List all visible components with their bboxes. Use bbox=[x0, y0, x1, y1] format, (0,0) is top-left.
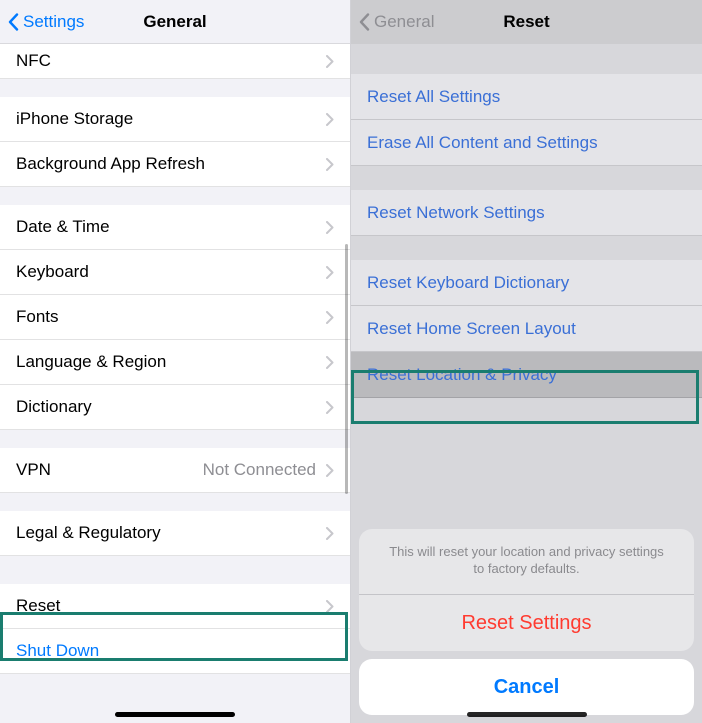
row-value: Not Connected bbox=[203, 460, 316, 480]
chevron-right-icon bbox=[326, 113, 334, 126]
row-label: Erase All Content and Settings bbox=[367, 133, 686, 153]
row-label: Reset All Settings bbox=[367, 87, 686, 107]
chevron-right-icon bbox=[326, 527, 334, 540]
row-vpn[interactable]: VPN Not Connected bbox=[0, 448, 350, 493]
row-label: Dictionary bbox=[16, 397, 326, 417]
nav-bar-right: General Reset bbox=[351, 0, 702, 44]
general-settings-pane: Settings General NFC iPhone Storage Back… bbox=[0, 0, 351, 723]
row-dictionary[interactable]: Dictionary bbox=[0, 385, 350, 430]
row-label: VPN bbox=[16, 460, 203, 480]
action-sheet-group: This will reset your location and privac… bbox=[359, 529, 694, 651]
row-language-region[interactable]: Language & Region bbox=[0, 340, 350, 385]
reset-settings-button[interactable]: Reset Settings bbox=[359, 595, 694, 651]
scroll-indicator bbox=[345, 244, 348, 494]
row-date-time[interactable]: Date & Time bbox=[0, 205, 350, 250]
row-reset-location-privacy[interactable]: Reset Location & Privacy bbox=[351, 352, 702, 398]
row-nfc[interactable]: NFC bbox=[0, 44, 350, 79]
home-indicator bbox=[115, 712, 235, 717]
nav-bar-left: Settings General bbox=[0, 0, 350, 44]
row-iphone-storage[interactable]: iPhone Storage bbox=[0, 97, 350, 142]
reset-pane: General Reset Reset All Settings Erase A… bbox=[351, 0, 702, 723]
chevron-right-icon bbox=[326, 401, 334, 414]
action-sheet: This will reset your location and privac… bbox=[359, 529, 694, 715]
row-label: Date & Time bbox=[16, 217, 326, 237]
chevron-right-icon bbox=[326, 600, 334, 613]
chevron-right-icon bbox=[326, 464, 334, 477]
row-label: Fonts bbox=[16, 307, 326, 327]
chevron-right-icon bbox=[326, 266, 334, 279]
row-label: NFC bbox=[16, 51, 326, 71]
row-reset-network-settings[interactable]: Reset Network Settings bbox=[351, 190, 702, 236]
row-label: Reset Home Screen Layout bbox=[367, 319, 686, 339]
row-keyboard[interactable]: Keyboard bbox=[0, 250, 350, 295]
row-label: Keyboard bbox=[16, 262, 326, 282]
row-label: Shut Down bbox=[16, 641, 334, 661]
row-reset-keyboard-dictionary[interactable]: Reset Keyboard Dictionary bbox=[351, 260, 702, 306]
chevron-left-icon bbox=[8, 13, 19, 31]
row-reset[interactable]: Reset bbox=[0, 584, 350, 629]
row-label: Reset Location & Privacy bbox=[367, 365, 686, 385]
general-scroll[interactable]: NFC iPhone Storage Background App Refres… bbox=[0, 44, 350, 723]
action-sheet-message: This will reset your location and privac… bbox=[359, 529, 694, 595]
cancel-button[interactable]: Cancel bbox=[359, 659, 694, 715]
row-label: iPhone Storage bbox=[16, 109, 326, 129]
chevron-right-icon bbox=[326, 158, 334, 171]
row-label: Legal & Regulatory bbox=[16, 523, 326, 543]
page-title: Reset bbox=[503, 12, 549, 32]
chevron-right-icon bbox=[326, 221, 334, 234]
row-label: Reset Keyboard Dictionary bbox=[367, 273, 686, 293]
chevron-right-icon bbox=[326, 356, 334, 369]
row-erase-all-content[interactable]: Erase All Content and Settings bbox=[351, 120, 702, 166]
row-label: Reset bbox=[16, 596, 326, 616]
row-legal-regulatory[interactable]: Legal & Regulatory bbox=[0, 511, 350, 556]
chevron-left-icon bbox=[359, 13, 370, 31]
back-button-settings[interactable]: Settings bbox=[8, 0, 84, 44]
row-shut-down[interactable]: Shut Down bbox=[0, 629, 350, 674]
row-background-app-refresh[interactable]: Background App Refresh bbox=[0, 142, 350, 187]
row-label: Language & Region bbox=[16, 352, 326, 372]
row-fonts[interactable]: Fonts bbox=[0, 295, 350, 340]
row-label: Reset Network Settings bbox=[367, 203, 686, 223]
back-button-general[interactable]: General bbox=[359, 0, 434, 44]
back-label: Settings bbox=[23, 12, 84, 32]
row-reset-all-settings[interactable]: Reset All Settings bbox=[351, 74, 702, 120]
home-indicator bbox=[467, 712, 587, 717]
back-label: General bbox=[374, 12, 434, 32]
chevron-right-icon bbox=[326, 311, 334, 324]
page-title: General bbox=[143, 12, 206, 32]
row-label: Background App Refresh bbox=[16, 154, 326, 174]
row-reset-home-screen-layout[interactable]: Reset Home Screen Layout bbox=[351, 306, 702, 352]
chevron-right-icon bbox=[326, 55, 334, 68]
